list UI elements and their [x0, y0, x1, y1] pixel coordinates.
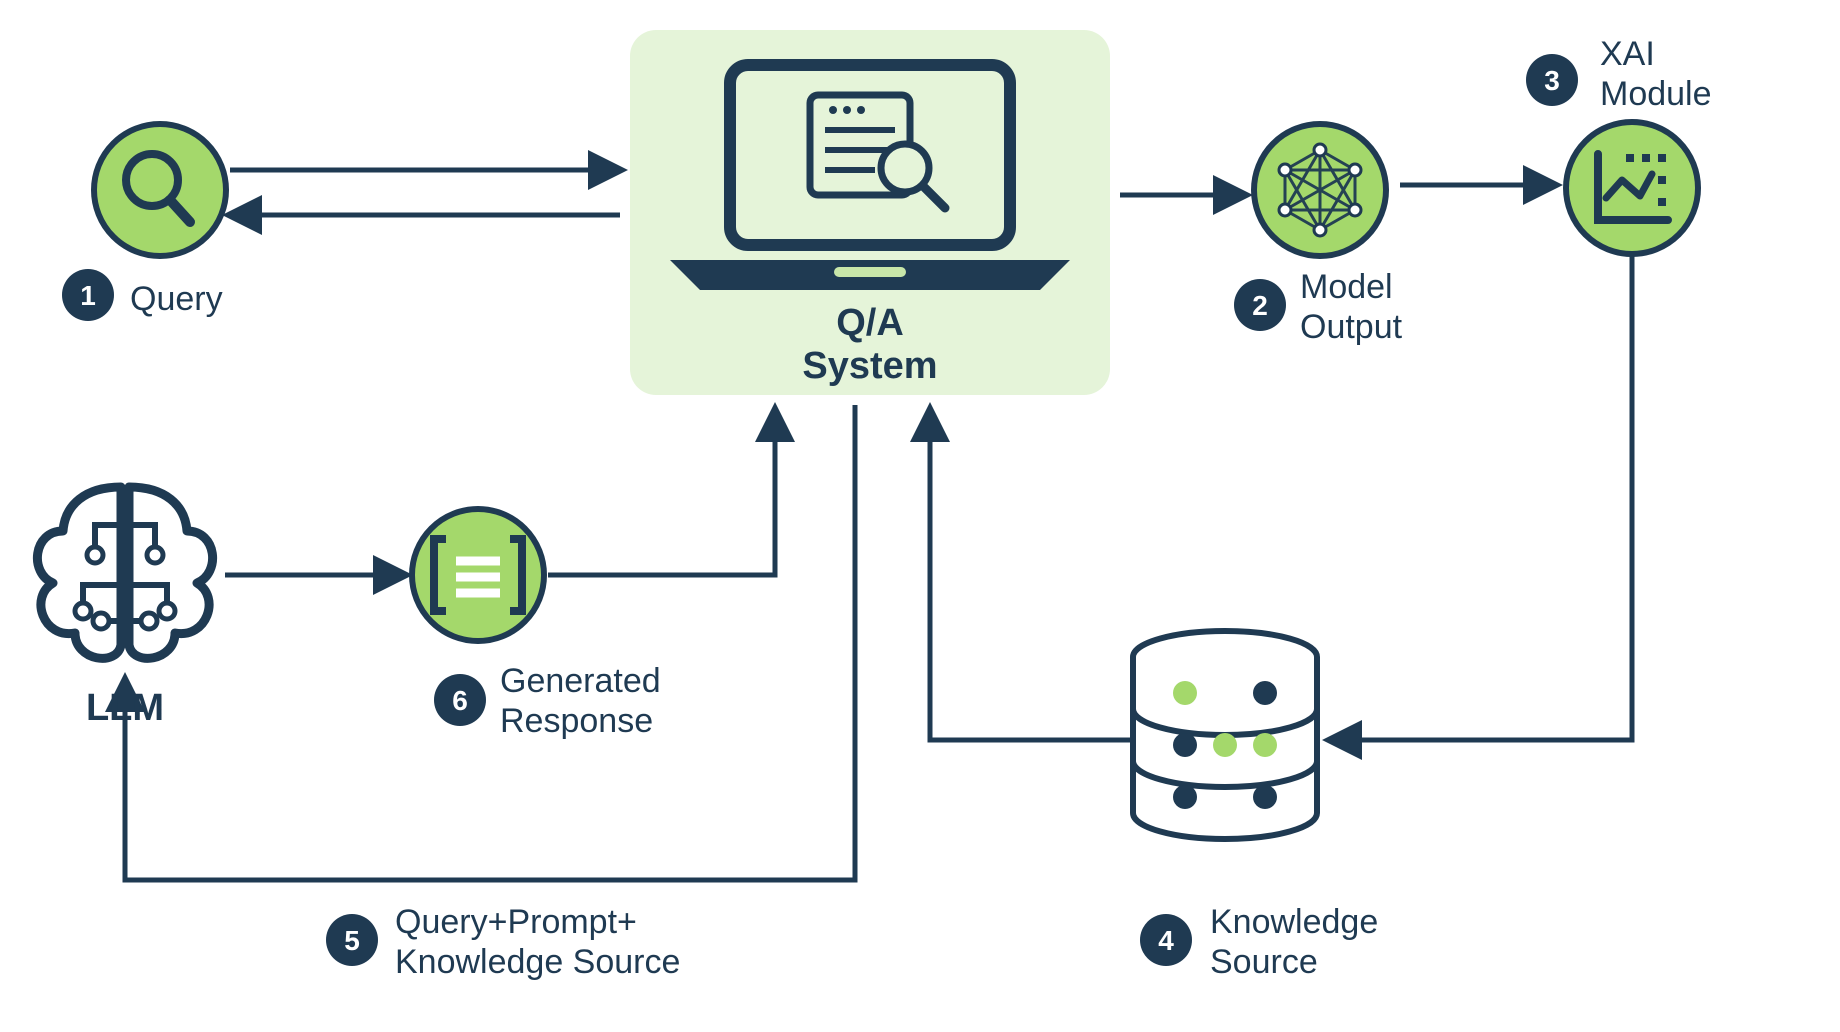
- ks-label-line2: Source: [1210, 943, 1318, 981]
- llm-label: LLM: [86, 687, 164, 729]
- node-query: 1 Query: [62, 124, 226, 321]
- xai-label-line1: XAI: [1600, 35, 1655, 73]
- xai-label-line2: Module: [1600, 75, 1712, 113]
- node-xai-module: 3 XAI Module: [1526, 35, 1712, 254]
- gen-label-line2: Response: [500, 702, 653, 740]
- xai-badge: 3: [1544, 65, 1560, 96]
- gen-label-line1: Generated: [500, 662, 661, 700]
- qa-label-line2: System: [802, 345, 937, 387]
- model-label-line2: Output: [1300, 308, 1403, 346]
- query-badge: 1: [80, 280, 96, 311]
- model-label-line1: Model: [1300, 268, 1393, 306]
- gen-badge: 6: [452, 685, 468, 716]
- query-label: Query: [130, 280, 223, 318]
- node-generated-response: 6 Generated Response: [412, 509, 661, 740]
- qpk-label-line2: Knowledge Source: [395, 943, 680, 981]
- brain-circuit-icon: [37, 487, 212, 658]
- model-badge: 2: [1252, 290, 1268, 321]
- ks-label-line1: Knowledge: [1210, 903, 1378, 941]
- node-query-prompt-ks: 5 Query+Prompt+ Knowledge Source: [326, 903, 680, 981]
- node-llm: LLM: [37, 487, 212, 729]
- database-icon: [1133, 631, 1317, 839]
- node-qa-system: Q/A System: [630, 30, 1110, 395]
- qpk-badge: 5: [344, 925, 360, 956]
- qa-label-line1: Q/A: [836, 302, 904, 344]
- node-model-output: 2 Model Output: [1234, 124, 1403, 346]
- ks-badge: 4: [1158, 925, 1174, 956]
- edge-gen-to-qa: [548, 410, 775, 575]
- qpk-label-line1: Query+Prompt+: [395, 903, 637, 941]
- diagram-canvas: Q/A System 1 Query: [0, 0, 1840, 1032]
- edge-ks-to-qa: [930, 410, 1130, 740]
- node-knowledge-source: 4 Knowledge Source: [1133, 631, 1378, 981]
